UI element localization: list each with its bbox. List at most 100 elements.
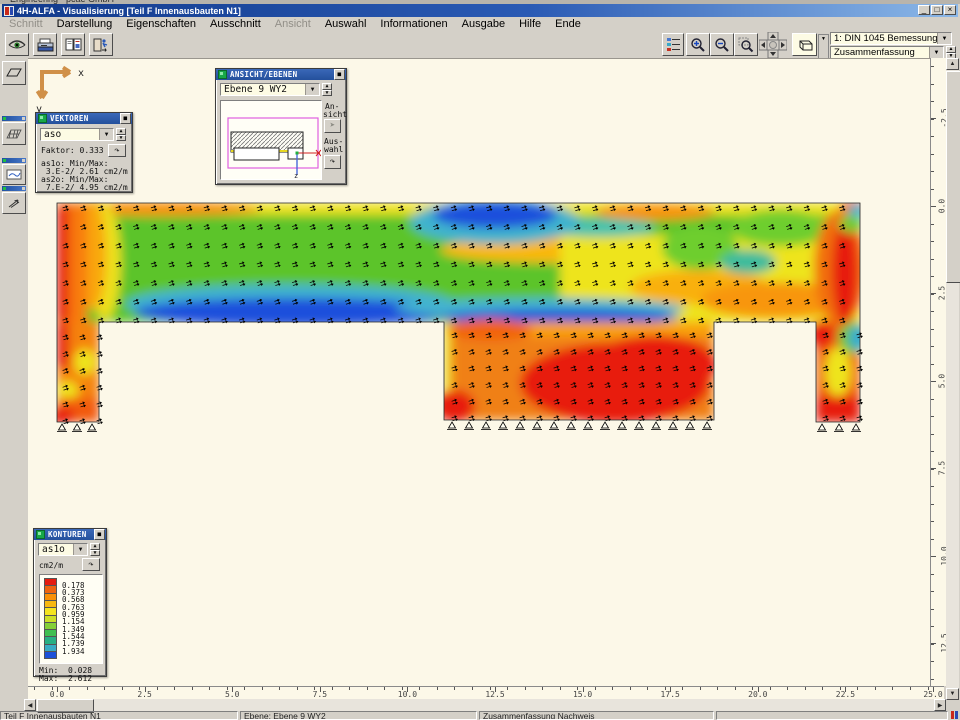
menu-item-auswahl[interactable]: Auswahl: [318, 18, 374, 30]
pan-pad[interactable]: [759, 32, 787, 58]
ruler-tick: [560, 687, 561, 690]
titlebar: 4H-ALFA - Visualisierung [Teil F Innenau…: [2, 4, 958, 17]
vektoren-titlebar[interactable]: VEKTOREN ■: [36, 113, 132, 124]
menu-item-darstellung[interactable]: Darstellung: [50, 18, 120, 30]
ansicht-button[interactable]: ➤: [324, 119, 341, 133]
ruler-label: 5.0: [225, 690, 239, 699]
ruler-label: 25.0: [923, 690, 942, 699]
result-list-button[interactable]: [662, 33, 684, 56]
menu-item-eigenschaften[interactable]: Eigenschaften: [119, 18, 203, 30]
ruler-tick: [192, 687, 193, 690]
legend-swatch: [44, 651, 57, 659]
konturen-titlebar[interactable]: KONTUREN ■: [34, 529, 106, 540]
ruler-tick: [857, 687, 858, 690]
support-symbol: [532, 422, 542, 430]
vertical-scrollbar[interactable]: ▲ ▼: [946, 58, 959, 700]
menu-item-hilfe[interactable]: Hilfe: [512, 18, 548, 30]
ruler-tick: [931, 451, 934, 452]
konturen-combobox[interactable]: as1o ▼: [38, 543, 88, 556]
spinner-down-icon[interactable]: ▼: [116, 135, 126, 142]
chevron-down-icon[interactable]: ▼: [305, 84, 319, 95]
contour-plot[interactable]: [28, 58, 930, 686]
spinner-down-icon[interactable]: ▼: [322, 90, 332, 97]
minimized-panel-vektoren2[interactable]: [2, 186, 26, 191]
mesh-icon: [6, 128, 22, 140]
konturen-spinner[interactable]: ▲ ▼: [90, 543, 100, 556]
menu-item-schnitt[interactable]: Schnitt: [2, 18, 50, 30]
menu-item-ausschnitt[interactable]: Ausschnitt: [203, 18, 268, 30]
app-icon: [4, 6, 14, 16]
mesh-panel-button[interactable]: [2, 122, 26, 145]
menu-item-ende[interactable]: Ende: [548, 18, 588, 30]
scroll-left-icon[interactable]: ◀: [24, 699, 36, 711]
maximize-button[interactable]: □: [931, 5, 943, 15]
ruler-tick: [931, 346, 934, 347]
zoom-out-button[interactable]: [710, 33, 734, 56]
close-icon[interactable]: ■: [334, 69, 345, 80]
ruler-tick: [931, 679, 934, 680]
scroll-down-icon[interactable]: ▼: [946, 688, 959, 700]
view-eye-button[interactable]: [5, 33, 29, 56]
eye-icon: [8, 39, 26, 51]
minimize-button[interactable]: _: [918, 5, 930, 15]
vertical-scroll-thumb[interactable]: [946, 71, 960, 283]
ruler-tick: [931, 101, 934, 102]
vektoren-spinner[interactable]: ▲ ▼: [116, 128, 126, 141]
support-symbol: [447, 422, 457, 430]
ruler-tick: [787, 687, 788, 690]
ruler-tick: [931, 84, 934, 85]
scroll-up-icon[interactable]: ▲: [946, 58, 959, 70]
ruler-tick: [122, 687, 123, 690]
ruler-tick: [542, 687, 543, 690]
close-icon[interactable]: ■: [120, 113, 131, 124]
chevron-down-icon[interactable]: ▼: [929, 47, 943, 58]
chevron-down-icon[interactable]: ▼: [99, 129, 113, 140]
zoom-in-button[interactable]: [686, 33, 710, 56]
design-code-combobox[interactable]: 1: DIN 1045 Bemessung ▼: [830, 32, 952, 45]
ruler-label: 7.5: [938, 461, 946, 475]
vector-panel-button[interactable]: [2, 192, 26, 214]
ruler-tick: [297, 687, 298, 690]
konturen-value: as1o: [39, 544, 73, 555]
minimized-panel-isolinien[interactable]: [2, 158, 26, 163]
view-3d-button[interactable]: [792, 33, 817, 56]
chevron-down-icon[interactable]: ▼: [73, 544, 87, 555]
unit-label: cm2/m: [39, 561, 63, 570]
exit-button[interactable]: [89, 33, 113, 56]
vertical-ruler: -2.50.02.55.07.510.012.5: [930, 58, 946, 686]
menu-item-ansicht[interactable]: Ansicht: [268, 18, 318, 30]
horizontal-scrollbar[interactable]: ◀ ▶: [24, 699, 946, 711]
ruler-tick: [262, 687, 263, 690]
vektoren-apply-button[interactable]: ↷: [108, 144, 126, 157]
konturen-apply-button[interactable]: ↷: [82, 558, 100, 571]
menu-item-ausgabe[interactable]: Ausgabe: [455, 18, 512, 30]
support-symbols: [57, 422, 861, 432]
ruler-tick: [931, 416, 934, 417]
menu-bar: Schnitt Darstellung Eigenschaften Aussch…: [2, 17, 958, 31]
close-icon[interactable]: ■: [94, 529, 105, 540]
spinner-down-icon[interactable]: ▼: [90, 550, 100, 557]
minimized-panel-netz[interactable]: [2, 116, 26, 121]
vektoren-combobox[interactable]: aso ▼: [40, 128, 114, 141]
ruler-tick: [931, 224, 934, 225]
zoom-window-button[interactable]: [734, 33, 758, 56]
support-symbol: [515, 422, 525, 430]
scroll-right-icon[interactable]: ▶: [934, 699, 946, 711]
support-symbol: [566, 422, 576, 430]
isolines-panel-button[interactable]: [2, 164, 26, 185]
plane-view-button[interactable]: [2, 61, 26, 85]
view-3d-dropdown[interactable]: ▼: [818, 34, 829, 59]
ruler-tick: [822, 687, 823, 690]
ebene-spinner[interactable]: ▲ ▼: [322, 83, 332, 96]
legend-value: 1.934: [62, 647, 85, 656]
help-book-button[interactable]: [61, 33, 85, 56]
menu-item-informationen[interactable]: Informationen: [373, 18, 454, 30]
ruler-tick: [931, 171, 934, 172]
chevron-down-icon[interactable]: ▼: [937, 33, 951, 44]
support-symbol: [702, 422, 712, 430]
ansicht-ebenen-titlebar[interactable]: ANSICHT/EBENEN ■: [216, 69, 346, 80]
auswahl-button[interactable]: ↷: [324, 155, 341, 169]
close-button[interactable]: ×: [944, 5, 956, 15]
ebene-combobox[interactable]: Ebene 9 WY2 ▼: [220, 83, 320, 96]
print-button[interactable]: [33, 33, 57, 56]
